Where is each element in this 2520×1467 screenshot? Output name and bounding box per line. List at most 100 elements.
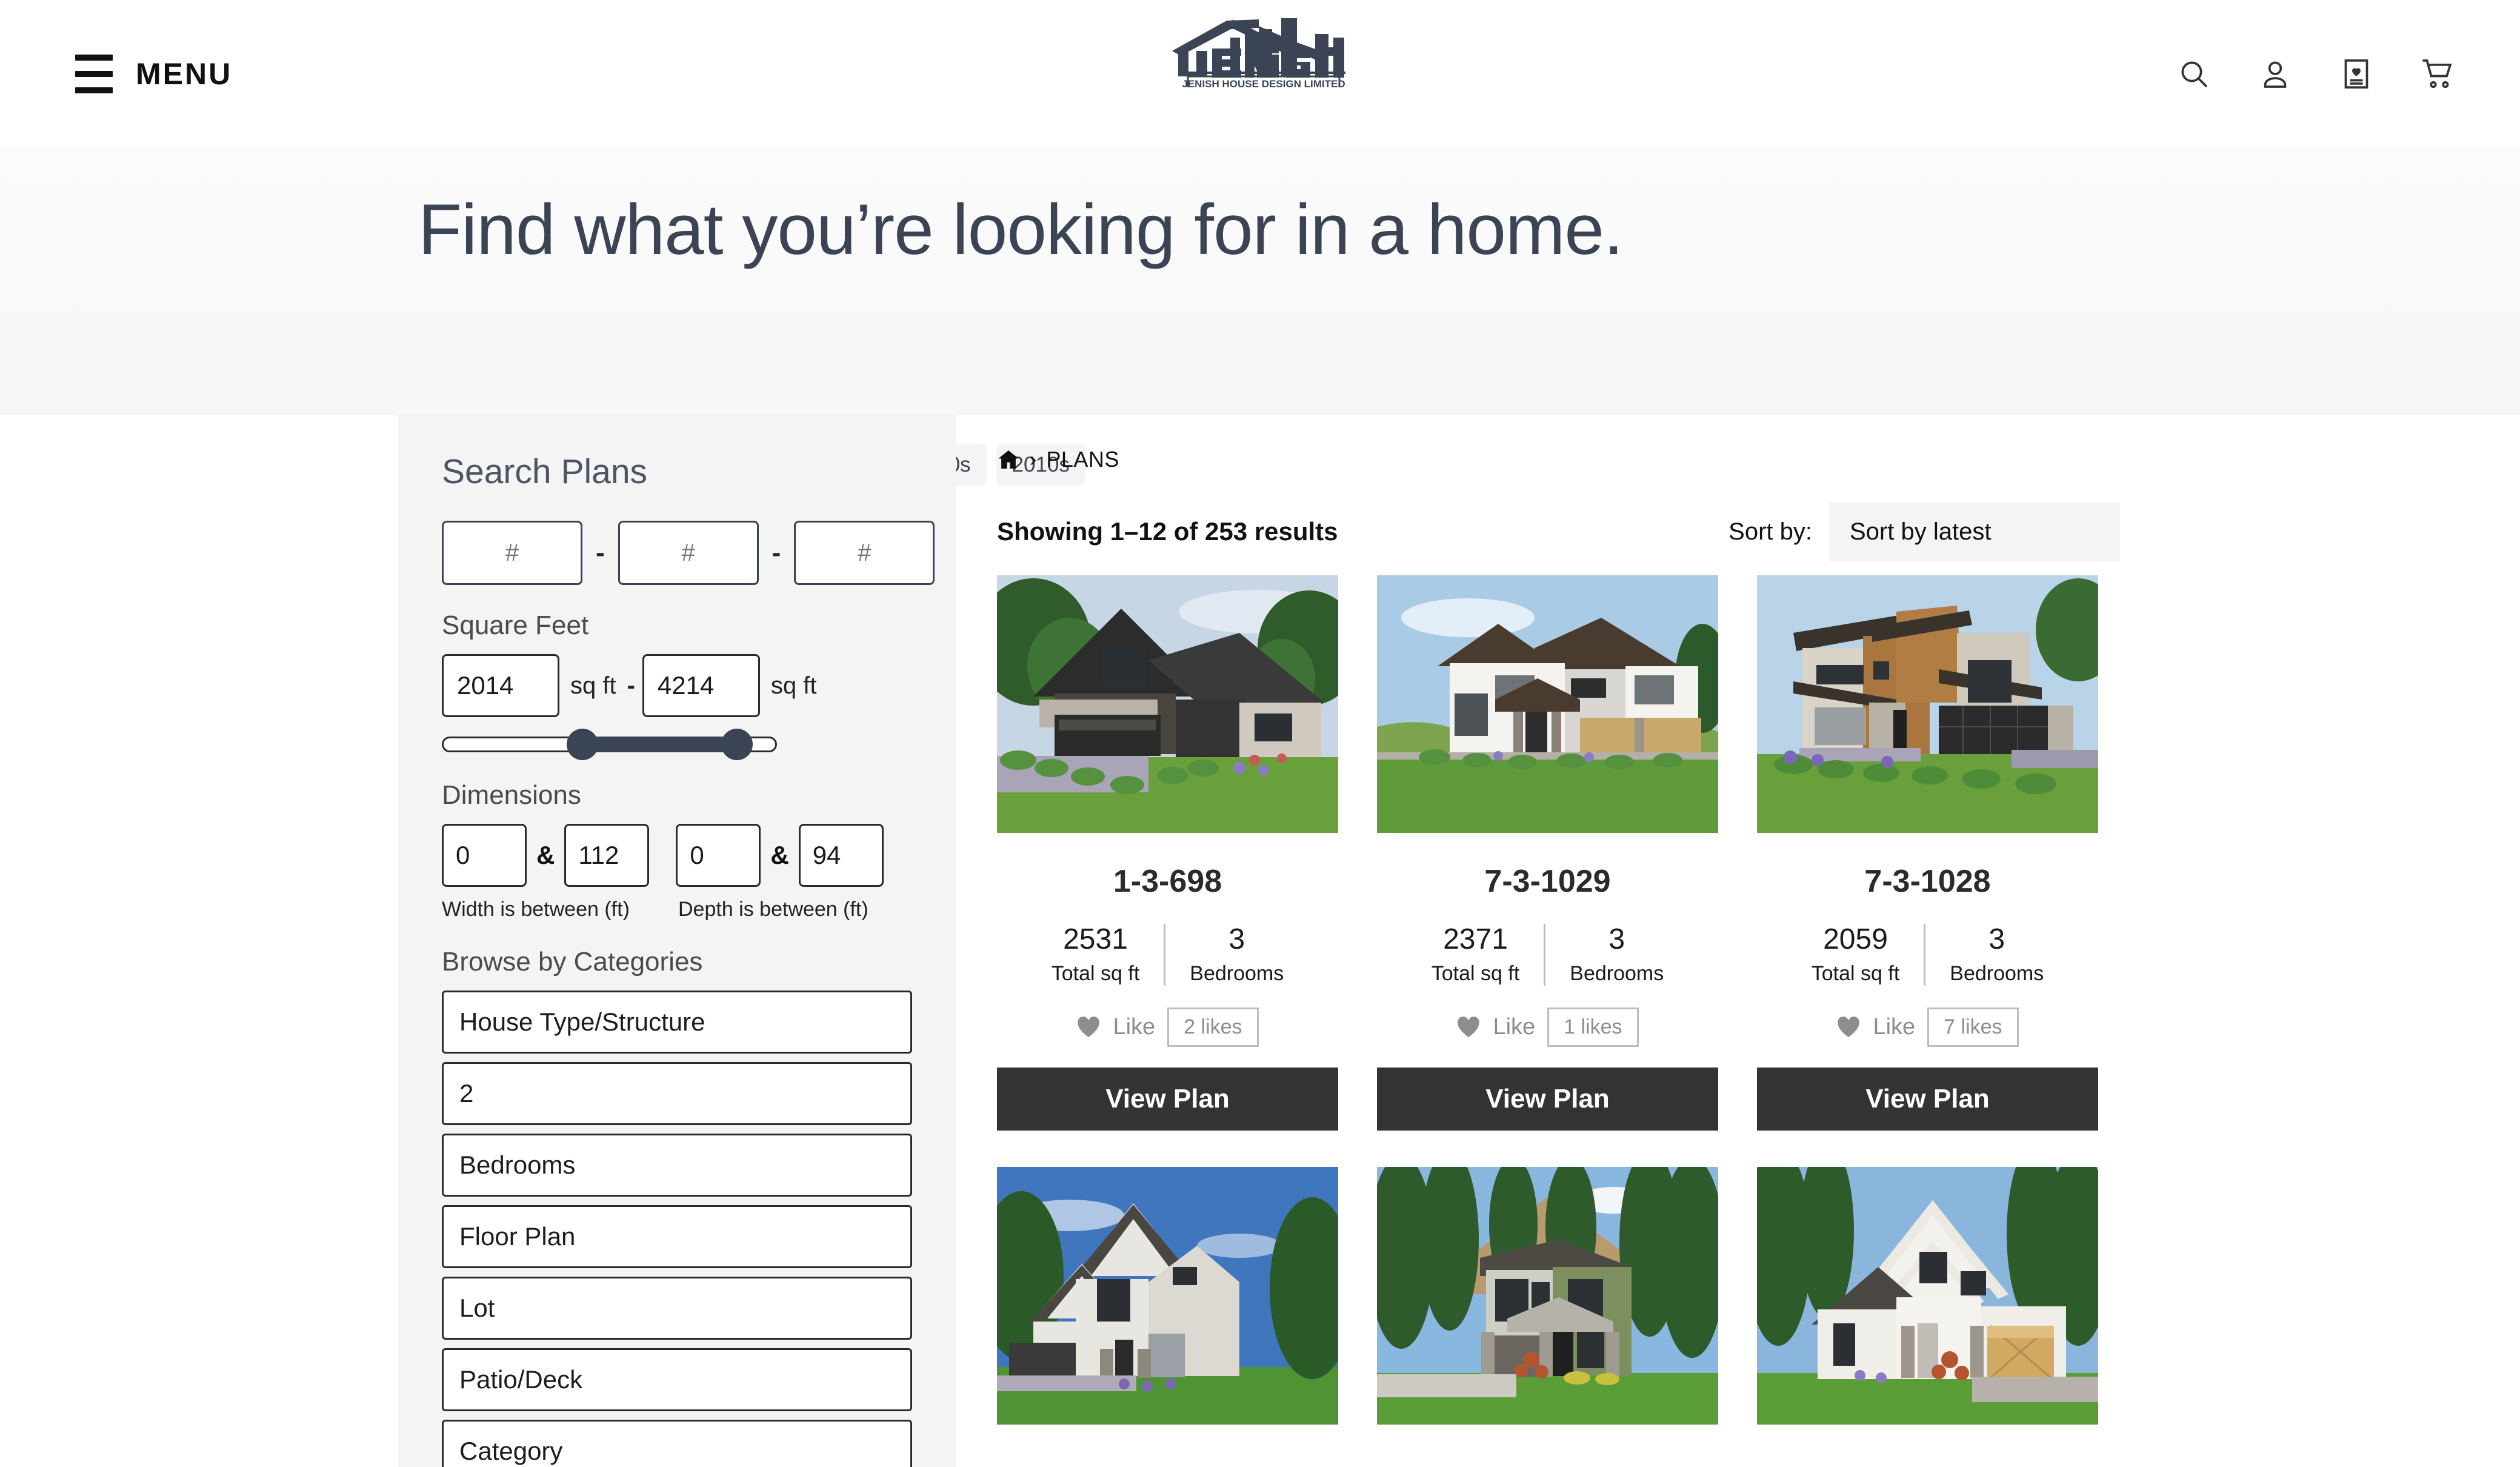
view-plan-button[interactable]: View Plan	[1377, 1067, 1718, 1131]
plan-title[interactable]: 7-3-1029	[1377, 863, 1718, 900]
hero-section: Find what you’re looking for in a home. …	[0, 147, 2520, 486]
plan-card: 7-3-1029 2371 Total sq ft 3 Bedrooms Lik…	[1377, 575, 1718, 1131]
heart-icon[interactable]	[1836, 1016, 1861, 1038]
menu-toggle-button[interactable]: MENU	[75, 54, 233, 93]
category-item-patio-deck[interactable]: Patio/Deck	[442, 1348, 912, 1411]
category-item-house-type[interactable]: House Type/Structure	[442, 991, 912, 1054]
dimensions-hints: Width is between (ft) Depth is between (…	[442, 898, 912, 921]
cart-icon[interactable]	[2421, 57, 2455, 91]
like-count: 2 likes	[1167, 1007, 1259, 1047]
breadcrumb: › PLANS	[997, 447, 2520, 472]
view-plan-button[interactable]: View Plan	[997, 1067, 1338, 1131]
category-item-bedrooms[interactable]: Bedrooms	[442, 1134, 912, 1197]
square-feet-row: sq ft - sq ft	[442, 654, 912, 717]
plan-stats: 2371 Total sq ft 3 Bedrooms	[1377, 923, 1718, 986]
plan-card-grid: 1-3-698 2531 Total sq ft 3 Bedrooms Like…	[997, 575, 2520, 1425]
dimensions-row: & &	[442, 824, 912, 887]
plan-number-part3-input[interactable]	[794, 521, 935, 585]
wishlist-icon[interactable]	[2339, 57, 2373, 91]
width-max-input[interactable]	[564, 824, 650, 887]
plan-sqft-stat: 2371 Total sq ft	[1407, 923, 1544, 986]
depth-min-input[interactable]	[676, 824, 761, 887]
category-item-floor-plan[interactable]: Floor Plan	[442, 1205, 912, 1268]
like-count: 7 likes	[1927, 1007, 2019, 1047]
breadcrumb-current[interactable]: PLANS	[1046, 447, 1119, 472]
category-item-2[interactable]: 2	[442, 1062, 912, 1125]
width-hint: Width is between (ft)	[442, 898, 630, 921]
square-feet-max-input[interactable]	[642, 654, 760, 717]
heart-icon[interactable]	[1456, 1016, 1481, 1038]
plan-image-craftsman-dark-bungalow[interactable]	[997, 575, 1338, 833]
like-label[interactable]: Like	[1113, 1014, 1155, 1040]
brand-logo[interactable]: JENISH HOUSE DESIGN LIMITED	[1160, 16, 1360, 87]
plan-image-modern-wood-contemporary[interactable]	[1757, 575, 2098, 833]
plan-card	[1757, 1166, 2098, 1425]
account-icon[interactable]	[2258, 57, 2292, 91]
sort-select[interactable]: Sort by latest	[1829, 502, 2120, 561]
plan-like-row: Like 2 likes	[997, 1007, 1338, 1047]
view-plan-button[interactable]: View Plan	[1757, 1067, 2098, 1131]
site-header: MENU JENISH HOUSE DESIGN LIMITED	[0, 0, 2520, 147]
category-list: House Type/Structure 2 Bedrooms Floor Pl…	[442, 991, 912, 1467]
plan-separator-1: -	[596, 538, 605, 567]
plan-card	[997, 1166, 1338, 1425]
plan-card	[1377, 1166, 1718, 1425]
plan-bedrooms-value: 3	[1228, 923, 1245, 955]
browse-categories-label: Browse by Categories	[442, 947, 703, 977]
plan-bedrooms-label: Bedrooms	[1570, 961, 1664, 985]
like-count: 1 likes	[1547, 1007, 1639, 1047]
plan-sqft-label: Total sq ft	[1811, 961, 1900, 985]
results-area: › PLANS Showing 1–12 of 253 results Sort…	[956, 415, 2520, 1467]
square-feet-label: Square Feet	[442, 610, 589, 640]
results-count: Showing 1–12 of 253 results	[997, 517, 1338, 546]
search-filter-sidebar: Search Plans - - Square Feet sq ft - sq …	[398, 415, 956, 1467]
plan-image-green-modern-narrow-lot[interactable]	[1377, 1166, 1718, 1425]
plan-bedrooms-label: Bedrooms	[1190, 961, 1284, 985]
square-feet-range-slider[interactable]	[442, 729, 777, 760]
depth-max-input[interactable]	[798, 824, 884, 887]
category-item-lot[interactable]: Lot	[442, 1277, 912, 1340]
plan-title[interactable]: 7-3-1028	[1757, 863, 2098, 900]
width-conjunction: &	[536, 841, 555, 869]
width-min-input[interactable]	[442, 824, 527, 887]
category-item-category[interactable]: Category	[442, 1420, 912, 1467]
slider-handle-min[interactable]	[567, 729, 599, 760]
square-feet-min-input[interactable]	[442, 654, 559, 717]
plan-like-row: Like 1 likes	[1377, 1007, 1718, 1047]
svg-text:JENISH HOUSE DESIGN LIMITED: JENISH HOUSE DESIGN LIMITED	[1182, 78, 1345, 87]
plan-bedrooms-label: Bedrooms	[1950, 961, 2044, 985]
heart-icon[interactable]	[1076, 1016, 1101, 1038]
plan-sqft-label: Total sq ft	[1431, 961, 1520, 985]
slider-handle-max[interactable]	[721, 729, 753, 760]
plan-image-white-gable-wood-garage[interactable]	[1757, 1166, 2098, 1425]
menu-label: MENU	[136, 56, 233, 91]
plan-bedrooms-value: 3	[1988, 923, 2005, 955]
depth-hint: Depth is between (ft)	[678, 898, 868, 921]
page-title: Find what you’re looking for in a home.	[418, 190, 1624, 270]
plan-number-row: - -	[442, 521, 935, 585]
plan-stats: 2531 Total sq ft 3 Bedrooms	[997, 923, 1338, 986]
square-feet-min-unit: sq ft	[570, 672, 616, 699]
like-label[interactable]: Like	[1493, 1014, 1535, 1040]
plan-sqft-value: 2371	[1443, 923, 1508, 955]
plan-image-white-tudor-narrow-lot[interactable]	[997, 1166, 1338, 1425]
plan-sqft-stat: 2531 Total sq ft	[1027, 923, 1164, 986]
plan-number-part2-input[interactable]	[618, 521, 759, 585]
plan-bedrooms-stat: 3 Bedrooms	[1544, 923, 1688, 986]
like-label[interactable]: Like	[1873, 1014, 1915, 1040]
plan-card: 7-3-1028 2059 Total sq ft 3 Bedrooms Lik…	[1757, 575, 2098, 1131]
plan-like-row: Like 7 likes	[1757, 1007, 2098, 1047]
plan-bedrooms-value: 3	[1608, 923, 1625, 955]
search-icon[interactable]	[2177, 57, 2211, 91]
home-icon[interactable]	[997, 448, 1020, 471]
plan-bedrooms-stat: 3 Bedrooms	[1164, 923, 1308, 986]
jenish-logo-icon: JENISH HOUSE DESIGN LIMITED	[1172, 18, 1345, 87]
plan-title[interactable]: 1-3-698	[997, 863, 1338, 900]
plan-image-white-farmhouse-two-story[interactable]	[1377, 575, 1718, 833]
plan-number-part1-input[interactable]	[442, 521, 582, 585]
search-plans-heading: Search Plans	[442, 452, 648, 491]
square-feet-max-unit: sq ft	[770, 672, 817, 699]
plan-bedrooms-stat: 3 Bedrooms	[1924, 923, 2068, 986]
breadcrumb-separator: ›	[1030, 447, 1037, 471]
depth-conjunction: &	[770, 841, 789, 869]
